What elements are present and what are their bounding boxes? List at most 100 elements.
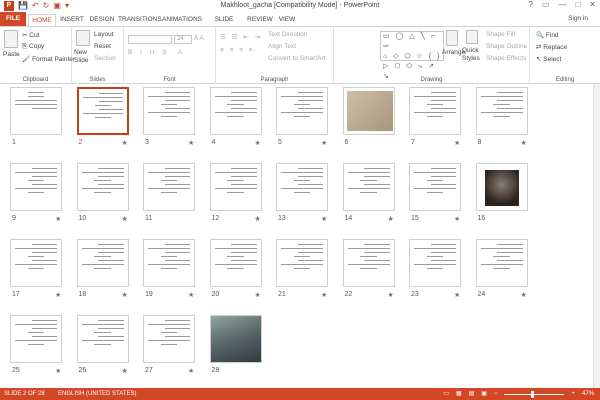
slide-thumbnail[interactable]: 24 ★ xyxy=(475,239,530,301)
normal-view-icon[interactable]: ▭ xyxy=(443,388,449,400)
slide-preview[interactable] xyxy=(475,163,528,211)
slide-thumbnail[interactable]: 10 ★ xyxy=(76,163,131,225)
minimize-icon[interactable]: — xyxy=(558,0,566,9)
slide-thumbnail[interactable]: 8 ★ xyxy=(475,87,530,149)
tab-home[interactable]: HOME xyxy=(28,14,56,26)
tab-animations[interactable]: ANIMATIONS xyxy=(162,14,202,26)
convert-smartart-button[interactable]: Convert to SmartArt xyxy=(268,55,325,62)
animation-star-icon[interactable]: ★ xyxy=(122,215,128,223)
animation-star-icon[interactable]: ★ xyxy=(122,139,128,147)
slide-thumbnail[interactable]: 15 ★ xyxy=(409,163,463,225)
animation-star-icon[interactable]: ★ xyxy=(388,215,394,223)
slide-preview[interactable] xyxy=(409,163,461,211)
slide-thumbnail[interactable]: 27 ★ xyxy=(143,315,197,377)
slide-preview[interactable] xyxy=(209,239,262,287)
slide-thumbnail[interactable]: 9 ★ xyxy=(10,163,64,225)
slide-preview[interactable] xyxy=(209,163,262,211)
animation-star-icon[interactable]: ★ xyxy=(321,291,327,299)
slide-preview[interactable] xyxy=(10,239,62,287)
tab-insert[interactable]: INSERT xyxy=(58,14,86,26)
format-painter-button[interactable]: 🖌 Format Painter xyxy=(22,55,75,63)
shape-fill-button[interactable]: Shape Fill xyxy=(486,31,515,38)
animation-star-icon[interactable]: ★ xyxy=(122,291,128,299)
zoom-in-icon[interactable]: + xyxy=(571,388,575,400)
copy-button[interactable]: ⎘ Copy xyxy=(22,43,44,51)
animation-star-icon[interactable]: ★ xyxy=(255,139,261,147)
slide-thumbnail[interactable]: 14 ★ xyxy=(342,163,397,225)
cut-button[interactable]: ✂ Cut xyxy=(22,31,39,39)
animation-star-icon[interactable]: ★ xyxy=(255,291,261,299)
tab-slide-show[interactable]: SLIDE SHOW xyxy=(204,14,244,35)
slide-preview[interactable] xyxy=(10,87,62,135)
animation-star-icon[interactable]: ★ xyxy=(454,215,460,223)
slide-preview[interactable] xyxy=(276,163,328,211)
align-icons[interactable]: ≡ ≡ ≡ ≡ xyxy=(220,47,255,54)
slide-preview[interactable] xyxy=(276,239,328,287)
animation-star-icon[interactable]: ★ xyxy=(55,291,61,299)
animation-star-icon[interactable]: ★ xyxy=(122,367,128,375)
animation-star-icon[interactable]: ★ xyxy=(321,215,327,223)
slide-thumbnail[interactable]: 5 ★ xyxy=(276,87,330,149)
slide-thumbnail[interactable]: 2 ★ xyxy=(76,87,131,149)
slide-preview[interactable] xyxy=(409,239,461,287)
slide-thumbnail[interactable]: 1 xyxy=(10,87,64,149)
slide-preview[interactable] xyxy=(475,87,528,135)
list-icons[interactable]: ☰ ☰ ⇤ ⇥ xyxy=(220,33,262,41)
reset-button[interactable]: Reset xyxy=(94,43,111,50)
slide-preview[interactable] xyxy=(475,239,528,287)
animation-star-icon[interactable]: ★ xyxy=(521,291,527,299)
slide-thumbnail[interactable]: 28 xyxy=(209,315,264,377)
shapes-gallery[interactable]: ▭ ◯ △ ╲ ⌐ ⇨ ⌂ ◇ ⬠ ☆ { } ▷ ⬡ ⬭ ⤷ ↗ ↘ xyxy=(380,31,444,80)
tab-transitions[interactable]: TRANSITIONS xyxy=(118,14,162,26)
grow-font-icon[interactable]: A A xyxy=(194,35,204,42)
select-button[interactable]: ↖ Select xyxy=(536,55,561,63)
zoom-level[interactable]: 47% xyxy=(582,388,594,400)
reading-view-icon[interactable]: ▤ xyxy=(469,388,475,400)
slide-preview[interactable] xyxy=(143,239,195,287)
slide-thumbnail[interactable]: 20 ★ xyxy=(209,239,264,301)
slide-preview[interactable] xyxy=(76,315,129,363)
vertical-scrollbar[interactable] xyxy=(593,84,600,388)
animation-star-icon[interactable]: ★ xyxy=(188,367,194,375)
slide-thumbnail[interactable]: 11 xyxy=(143,163,197,225)
animation-star-icon[interactable]: ★ xyxy=(521,139,527,147)
slide-preview[interactable] xyxy=(10,315,62,363)
animation-star-icon[interactable]: ★ xyxy=(321,139,327,147)
slide-thumbnail[interactable]: 7 ★ xyxy=(409,87,463,149)
language-indicator[interactable]: ENGLISH (UNITED STATES) xyxy=(58,388,136,400)
zoom-slider[interactable] xyxy=(504,390,565,398)
zoom-out-icon[interactable]: − xyxy=(494,388,498,400)
slideshow-view-icon[interactable]: ▣ xyxy=(481,388,487,400)
slide-thumbnail[interactable]: 23 ★ xyxy=(409,239,463,301)
zoom-slider-knob[interactable] xyxy=(531,390,535,398)
slide-thumbnail[interactable]: 13 ★ xyxy=(276,163,330,225)
animation-star-icon[interactable]: ★ xyxy=(55,367,61,375)
slide-preview[interactable] xyxy=(342,163,395,211)
layout-button[interactable]: Layout xyxy=(94,31,114,38)
slide-thumbnail[interactable]: 26 ★ xyxy=(76,315,131,377)
font-name-input[interactable] xyxy=(128,35,172,44)
slide-thumbnail[interactable]: 18 ★ xyxy=(76,239,131,301)
animation-star-icon[interactable]: ★ xyxy=(255,215,261,223)
tab-view[interactable]: VIEW xyxy=(276,14,298,26)
slide-thumbnail[interactable]: 12 ★ xyxy=(209,163,264,225)
slide-thumbnail[interactable]: 25 ★ xyxy=(10,315,64,377)
slide-preview[interactable] xyxy=(10,163,62,211)
slide-thumbnail[interactable]: 19 ★ xyxy=(143,239,197,301)
font-color-icon[interactable]: A xyxy=(178,49,182,56)
slide-thumbnail[interactable]: 4 ★ xyxy=(209,87,264,149)
section-button[interactable]: Section xyxy=(94,55,116,62)
slide-preview[interactable] xyxy=(76,239,129,287)
slide-thumbnail[interactable]: 6 xyxy=(342,87,397,149)
animation-star-icon[interactable]: ★ xyxy=(55,215,61,223)
paste-button[interactable]: Paste xyxy=(3,51,20,58)
animation-star-icon[interactable]: ★ xyxy=(388,291,394,299)
slide-preview[interactable] xyxy=(342,87,395,135)
slide-preview[interactable] xyxy=(143,87,195,135)
slide-thumbnail[interactable]: 22 ★ xyxy=(342,239,397,301)
slide-thumbnail[interactable]: 17 ★ xyxy=(10,239,64,301)
tab-design[interactable]: DESIGN xyxy=(88,14,116,26)
animation-star-icon[interactable]: ★ xyxy=(454,139,460,147)
font-size-input[interactable]: 24 xyxy=(174,35,192,44)
animation-star-icon[interactable]: ★ xyxy=(454,291,460,299)
